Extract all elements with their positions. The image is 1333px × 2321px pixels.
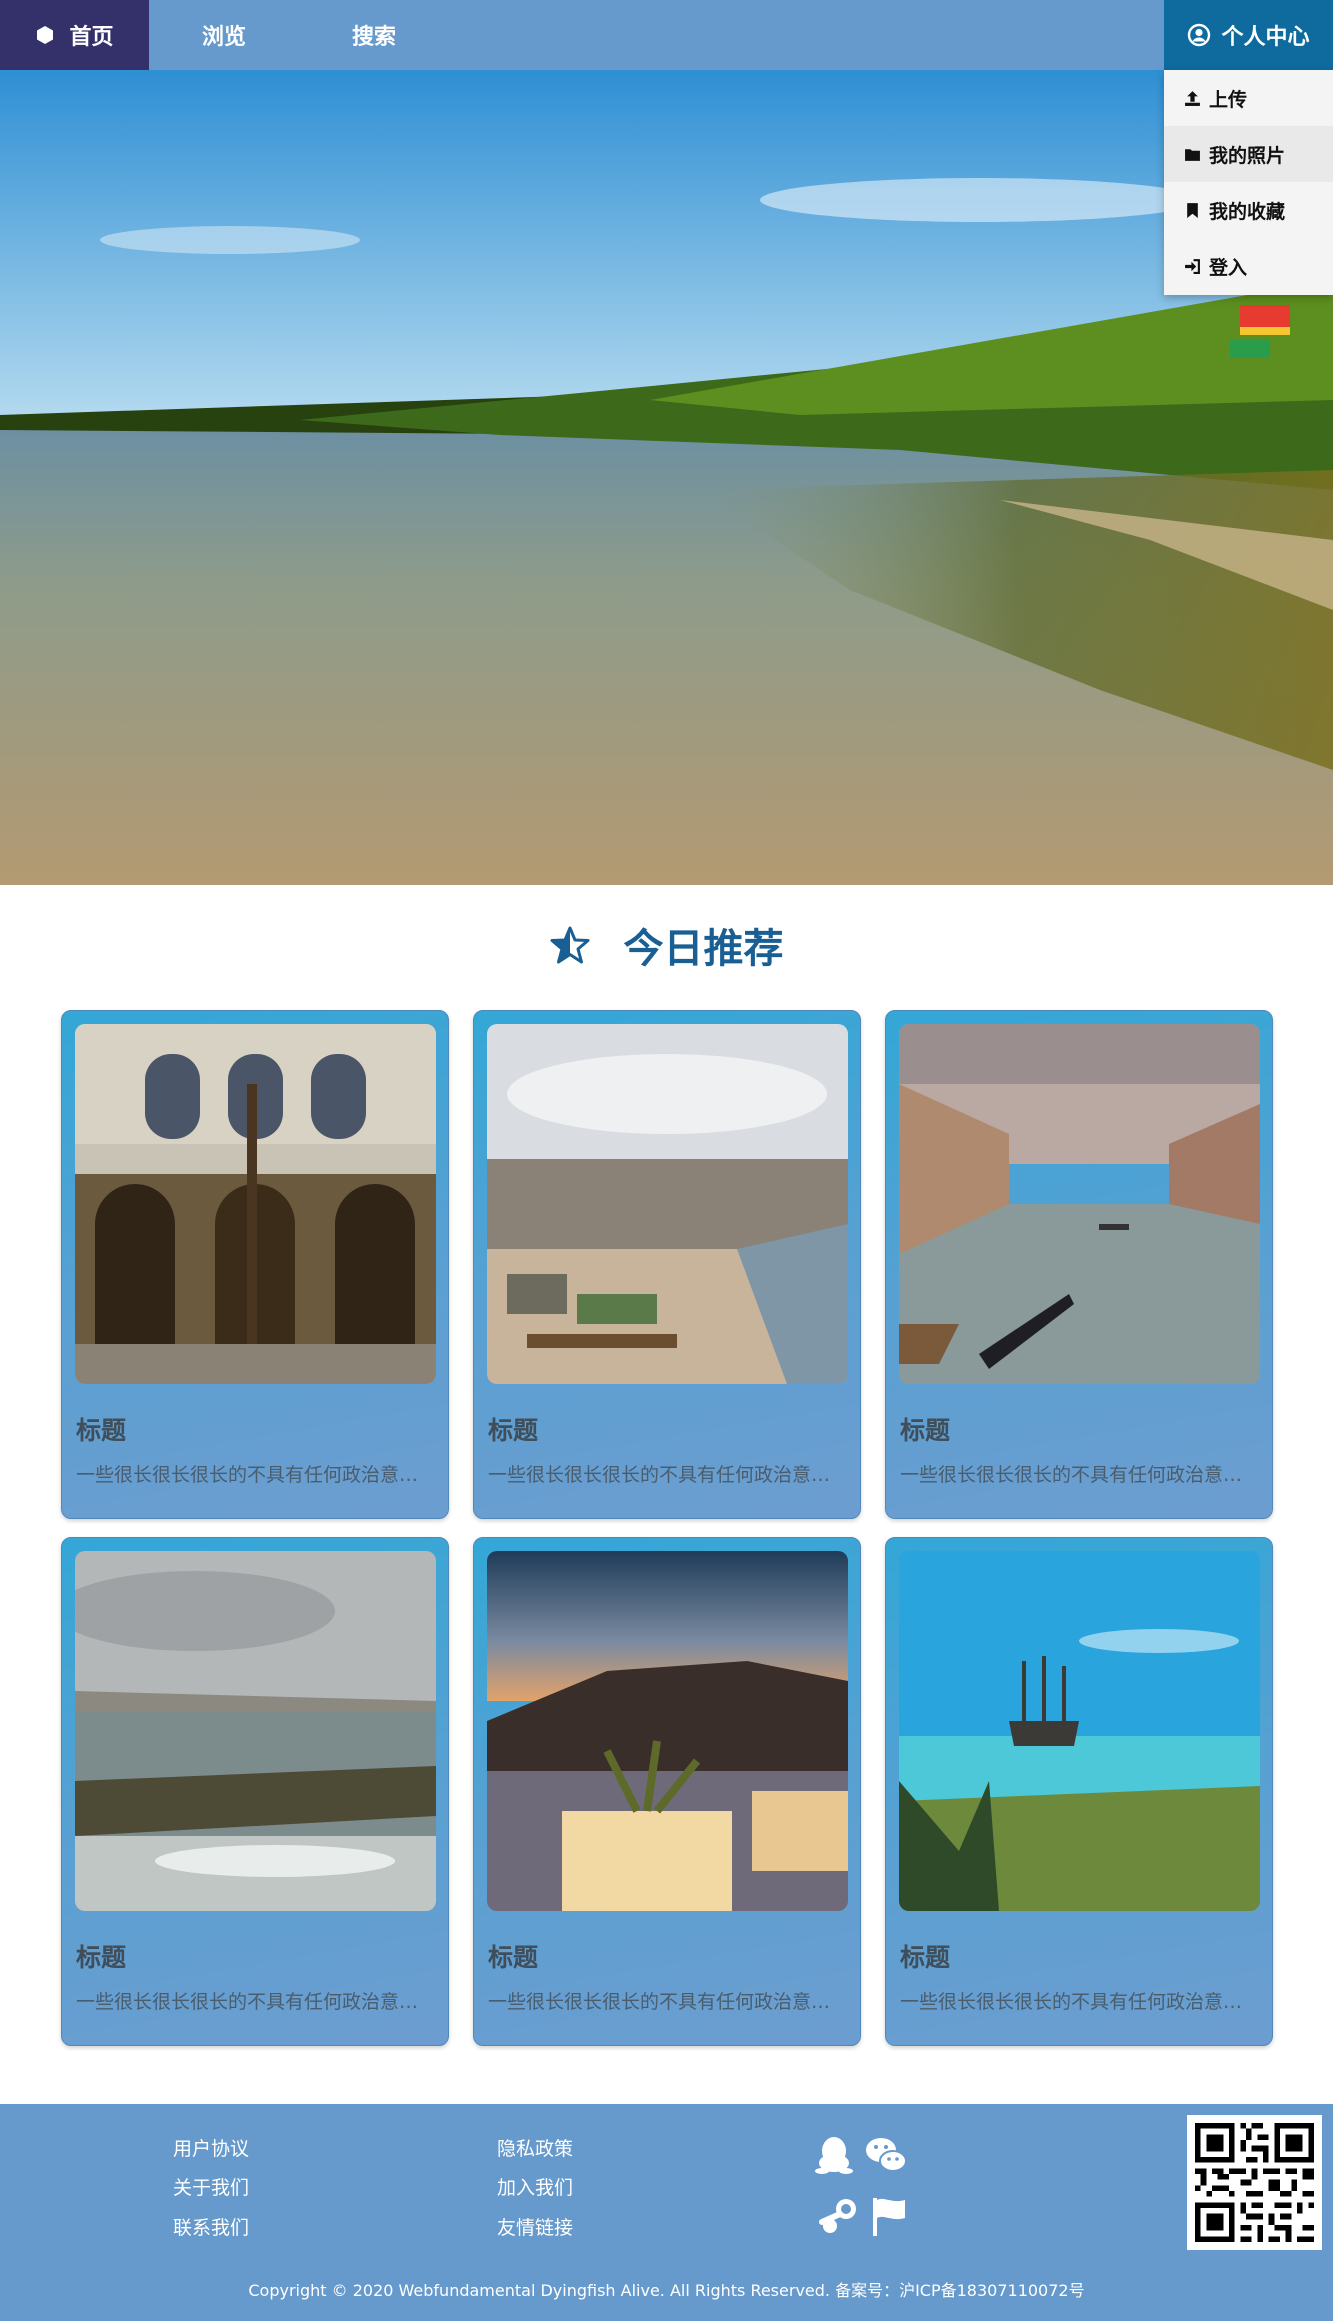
footer-link-about-us[interactable]: 关于我们 [173, 2173, 249, 2200]
flag-icon[interactable] [867, 2194, 911, 2238]
card-title: 标题 [488, 1943, 539, 1972]
nav-home-label: 首页 [69, 25, 114, 50]
card-image-courtyard [75, 1024, 436, 1384]
menu-item-label: 我的照片 [1209, 144, 1286, 167]
menu-item-my-photos[interactable]: 我的照片 [1164, 126, 1333, 182]
card-image-santorini-dusk [487, 1551, 848, 1911]
card-description: 一些很长很长很长的不具有任何政治意义的文字描述 [76, 1991, 426, 2013]
card-image-venice-canal [899, 1024, 1260, 1384]
footer-link-join-us[interactable]: 加入我们 [497, 2173, 573, 2200]
card-description: 一些很长很长很长的不具有任何政治意义的文字描述 [900, 1991, 1250, 2013]
menu-item-sign-in[interactable]: 登入 [1164, 238, 1333, 294]
page: 首页 浏览 搜索 个人中心 上传 我的照片 我的收藏 登入 今日推荐 标题 一些… [0, 0, 1333, 2321]
card-title: 标题 [488, 1416, 539, 1445]
nav-search[interactable]: 搜索 [299, 0, 449, 70]
nav-browse-label: 浏览 [201, 25, 246, 50]
user-circle-icon [1188, 23, 1211, 47]
card-title: 标题 [76, 1416, 127, 1445]
recommend-card[interactable]: 标题 一些很长很长很长的不具有任何政治意义的文字描述 [473, 1010, 861, 1519]
menu-item-label: 上传 [1209, 88, 1248, 111]
card-description: 一些很长很长很长的不具有任何政治意义的文字描述 [488, 1464, 838, 1486]
card-title: 标题 [900, 1943, 951, 1972]
footer-link-privacy-policy[interactable]: 隐私政策 [497, 2134, 573, 2161]
menu-item-label: 我的收藏 [1209, 200, 1286, 223]
nav-search-label: 搜索 [351, 25, 396, 50]
card-description: 一些很长很长很长的不具有任何政治意义的文字描述 [900, 1464, 1250, 1486]
card-image-rocky-shore [75, 1551, 436, 1911]
top-navbar: 首页 浏览 搜索 个人中心 [0, 0, 1333, 70]
sign-in-icon [1185, 258, 1200, 274]
user-dropdown-menu: 上传 我的照片 我的收藏 登入 [1164, 70, 1333, 295]
recommend-card[interactable]: 标题 一些很长很长很长的不具有任何政治意义的文字描述 [61, 1010, 449, 1519]
menu-item-label: 登入 [1209, 256, 1248, 279]
recommend-card[interactable]: 标题 一些很长很长很长的不具有任何政治意义的文字描述 [61, 1537, 449, 2046]
menu-item-my-favorites[interactable]: 我的收藏 [1164, 182, 1333, 238]
recommend-card[interactable]: 标题 一些很长很长很长的不具有任何政治意义的文字描述 [885, 1010, 1273, 1519]
recommend-card[interactable]: 标题 一些很长很长很长的不具有任何政治意义的文字描述 [473, 1537, 861, 2046]
menu-item-upload[interactable]: 上传 [1164, 70, 1333, 126]
footer-link-friendly-links[interactable]: 友情链接 [497, 2213, 573, 2240]
upload-icon [1185, 90, 1200, 106]
nav-user-center[interactable]: 个人中心 [1164, 0, 1333, 70]
copyright-text: Copyright © 2020 Webfundamental Dyingfis… [248, 2281, 1085, 2300]
card-image-coastal-town [487, 1024, 848, 1384]
cube-icon [37, 26, 54, 44]
card-description: 一些很长很长很长的不具有任何政治意义的文字描述 [76, 1464, 426, 1486]
card-title: 标题 [76, 1943, 127, 1972]
steam-icon[interactable] [818, 2194, 862, 2238]
nav-home[interactable]: 首页 [0, 0, 149, 70]
footer-link-contact-us[interactable]: 联系我们 [173, 2213, 249, 2240]
hero-banner-image [0, 70, 1333, 885]
section-heading: 今日推荐 [0, 910, 1333, 980]
nav-browse[interactable]: 浏览 [149, 0, 299, 70]
recommend-card[interactable]: 标题 一些很长很长很长的不具有任何政治意义的文字描述 [885, 1537, 1273, 2046]
wechat-icon[interactable] [864, 2133, 908, 2177]
folder-icon [1185, 148, 1200, 161]
qr-code [1187, 2115, 1322, 2250]
nav-user-center-label: 个人中心 [1221, 25, 1310, 50]
qq-icon[interactable] [812, 2133, 856, 2177]
card-image-pirate-ship [899, 1551, 1260, 1911]
star-half-icon [550, 926, 589, 964]
bookmark-icon [1187, 202, 1198, 218]
card-title: 标题 [900, 1416, 951, 1445]
section-title: 今日推荐 [623, 926, 784, 972]
footer-link-user-agreement[interactable]: 用户协议 [173, 2134, 249, 2161]
card-description: 一些很长很长很长的不具有任何政治意义的文字描述 [488, 1991, 838, 2013]
